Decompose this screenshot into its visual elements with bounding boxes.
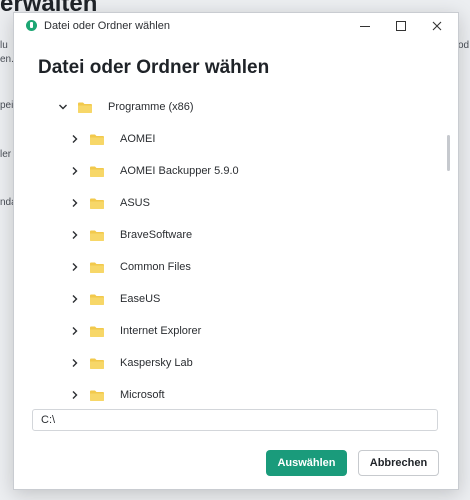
tree-item[interactable]: BraveSoftware (68, 219, 450, 251)
folder-icon (90, 262, 104, 273)
folder-tree[interactable]: Programme (x86) AOMEI AOMEI Backupper 5.9… (32, 91, 450, 411)
folder-icon (90, 294, 104, 305)
background-text: en. (0, 54, 14, 65)
background-text: lu (0, 40, 8, 51)
folder-icon (90, 390, 104, 401)
tree-item-label: AOMEI Backupper 5.9.0 (120, 165, 239, 177)
tree-item-label: Kaspersky Lab (120, 357, 193, 369)
tree-item[interactable]: AOMEI Backupper 5.9.0 (68, 155, 450, 187)
close-icon (432, 21, 442, 31)
folder-icon (90, 198, 104, 209)
folder-icon (90, 358, 104, 369)
tree-item-label: AOMEI (120, 133, 156, 145)
tree-item[interactable]: ASUS (68, 187, 450, 219)
chevron-right-icon[interactable] (68, 164, 82, 178)
tree-item-label: ASUS (120, 197, 150, 209)
folder-icon (90, 134, 104, 145)
chevron-down-icon[interactable] (56, 100, 70, 114)
file-picker-dialog: Datei oder Ordner wählen Datei oder Ordn… (13, 12, 459, 490)
tree-item-root[interactable]: Programme (x86) (56, 91, 450, 123)
folder-icon (90, 166, 104, 177)
window-title: Datei oder Ordner wählen (44, 20, 170, 32)
dialog-heading: Datei oder Ordner wählen (38, 57, 270, 78)
background-text: ler (0, 149, 12, 160)
tree-item[interactable]: AOMEI (68, 123, 450, 155)
chevron-right-icon[interactable] (68, 132, 82, 146)
chevron-right-icon[interactable] (68, 196, 82, 210)
chevron-right-icon[interactable] (68, 292, 82, 306)
tree-item-label: Common Files (120, 261, 191, 273)
tree-item-label: BraveSoftware (120, 229, 193, 241)
cancel-button[interactable]: Abbrechen (358, 450, 439, 476)
close-button[interactable] (419, 13, 455, 39)
folder-icon (90, 326, 104, 337)
tree-scrollbar[interactable] (447, 135, 450, 171)
minimize-button[interactable] (347, 13, 383, 39)
tree-item-label: Internet Explorer (120, 325, 202, 337)
chevron-right-icon[interactable] (68, 388, 82, 402)
chevron-right-icon[interactable] (68, 324, 82, 338)
chevron-right-icon[interactable] (68, 260, 82, 274)
maximize-icon (396, 21, 406, 31)
tree-item[interactable]: Internet Explorer (68, 315, 450, 347)
tree-item[interactable]: Kaspersky Lab (68, 347, 450, 379)
tree-item-label: Microsoft (120, 389, 165, 401)
tree-item-label: EaseUS (120, 293, 161, 305)
background-text: od (458, 40, 470, 51)
folder-icon (90, 230, 104, 241)
tree-item[interactable]: EaseUS (68, 283, 450, 315)
maximize-button[interactable] (383, 13, 419, 39)
path-input[interactable] (32, 409, 438, 431)
kaspersky-app-icon (26, 20, 37, 31)
tree-item[interactable]: Common Files (68, 251, 450, 283)
minimize-icon (360, 25, 370, 27)
select-button[interactable]: Auswählen (266, 450, 347, 476)
tree-item-label: Programme (x86) (108, 101, 194, 113)
chevron-right-icon[interactable] (68, 356, 82, 370)
chevron-right-icon[interactable] (68, 228, 82, 242)
background-text: pei (0, 100, 14, 111)
title-bar[interactable]: Datei oder Ordner wählen (14, 13, 458, 39)
tree-item[interactable]: Microsoft (68, 379, 450, 411)
folder-icon (78, 102, 92, 113)
